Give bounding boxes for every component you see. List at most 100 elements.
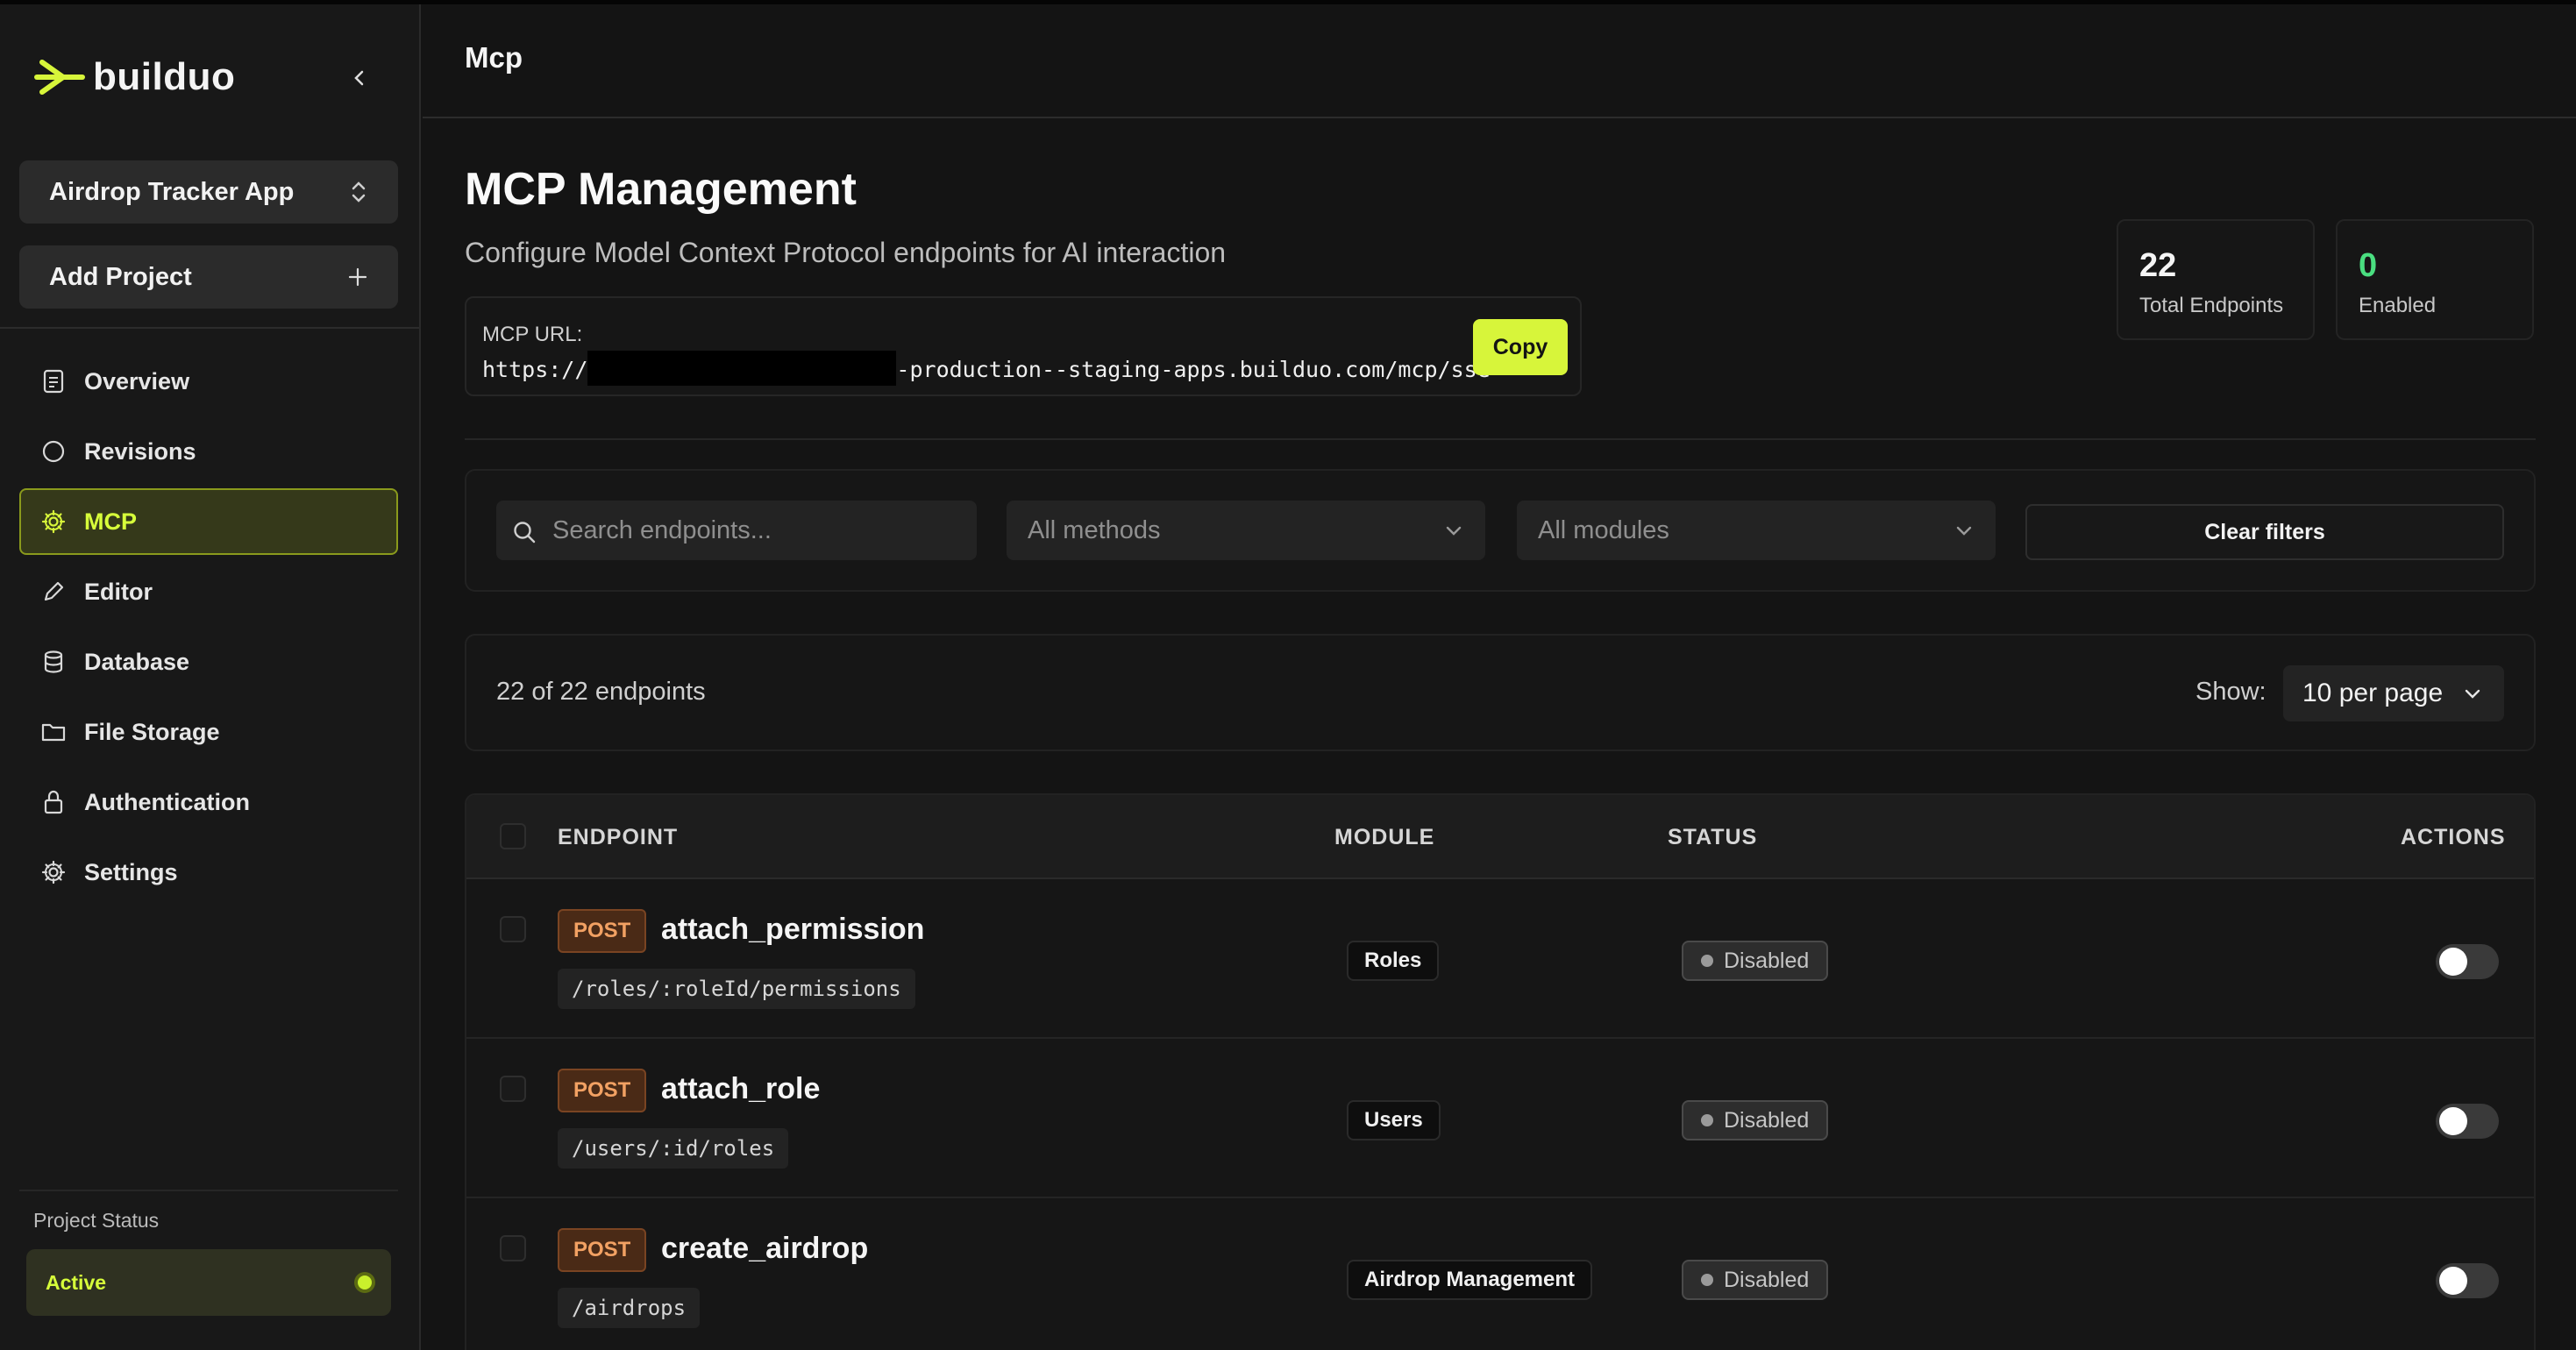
enable-toggle[interactable] [2436, 944, 2499, 979]
page-title: MCP Management [465, 164, 857, 215]
search-placeholder: Search endpoints... [552, 515, 772, 544]
collapse-sidebar-button[interactable] [342, 60, 377, 96]
builduo-logo-icon [34, 60, 85, 95]
enable-toggle[interactable] [2436, 1263, 2499, 1298]
status-dot-icon [1701, 1114, 1713, 1126]
sidebar-item-label: File Storage [84, 718, 220, 745]
enable-toggle[interactable] [2436, 1104, 2499, 1139]
clear-filters-button[interactable]: Clear filters [2025, 504, 2504, 560]
table-row: POST create_airdrop /airdrops Airdrop Ma… [466, 1198, 2534, 1350]
sidebar-item-settings[interactable]: Settings [19, 839, 398, 906]
sidebar-item-editor[interactable]: Editor [19, 558, 398, 625]
stat-value: 22 [2139, 247, 2177, 284]
sidebar-item-authentication[interactable]: Authentication [19, 769, 398, 835]
sidebar-item-label: Settings [84, 858, 178, 885]
page-subtitle: Configure Model Context Protocol endpoin… [465, 237, 1227, 268]
column-module[interactable]: MODULE [1334, 825, 1434, 850]
stat-enabled: 0 Enabled [2336, 219, 2534, 340]
redacted-block [587, 351, 897, 386]
mcp-url-suffix: -production--staging-apps.builduo.com/mc… [896, 357, 1491, 382]
sidebar-item-label: Database [84, 648, 190, 675]
copy-url-button[interactable]: Copy [1473, 319, 1568, 375]
methods-select[interactable]: All methods [1007, 501, 1485, 560]
table-header: ENDPOINT MODULE STATUS ACTIONS [466, 795, 2534, 879]
search-input[interactable]: Search endpoints... [496, 501, 977, 560]
mcp-url-prefix: https:// [482, 357, 588, 382]
status-badge: Disabled [1682, 1260, 1829, 1300]
endpoint-name[interactable]: attach_permission [661, 913, 924, 947]
gear-icon [39, 857, 68, 887]
module-badge: Airdrop Management [1347, 1260, 1593, 1300]
mcp-url-value[interactable]: https:// -production--staging-apps.buildu… [482, 351, 1491, 386]
row-checkbox[interactable] [500, 1076, 526, 1102]
results-count: 22 of 22 endpoints [496, 678, 706, 706]
chevron-down-icon [1446, 526, 1462, 536]
plus-icon [348, 267, 367, 287]
sidebar-nav: Overview Revisions MCP Editor Database F… [19, 348, 398, 909]
method-badge: POST [558, 909, 647, 953]
module-badge: Roles [1347, 941, 1440, 981]
per-page-value: 10 per page [2302, 679, 2444, 707]
filters-panel: Search endpoints... All methods All modu… [465, 469, 2536, 592]
sidebar-item-label: MCP [84, 508, 137, 535]
database-icon [39, 647, 68, 677]
endpoint-name[interactable]: attach_role [661, 1072, 820, 1106]
column-endpoint[interactable]: ENDPOINT [558, 825, 678, 850]
column-actions: ACTIONS [2401, 825, 2506, 849]
sidebar-item-mcp[interactable]: MCP [19, 488, 398, 555]
status-text: Disabled [1724, 1107, 1810, 1133]
status-dot-icon [358, 1275, 372, 1290]
module-badge: Users [1347, 1100, 1441, 1140]
toggle-knob [2439, 948, 2467, 976]
logo[interactable]: builduo [33, 50, 235, 104]
show-label: Show: [2195, 678, 2266, 706]
header-title: Mcp [465, 41, 523, 74]
circle-icon [39, 437, 68, 466]
stat-label: Total Endpoints [2139, 294, 2284, 317]
method-badge: POST [558, 1069, 647, 1112]
project-status-value: Active [46, 1270, 107, 1294]
mcp-url-label: MCP URL: [482, 323, 583, 346]
search-icon [514, 522, 536, 544]
endpoint-path: /airdrops [558, 1288, 701, 1328]
project-status-badge: Active [26, 1249, 391, 1316]
toggle-knob [2439, 1267, 2467, 1295]
sidebar-item-file-storage[interactable]: File Storage [19, 699, 398, 765]
sidebar-item-revisions[interactable]: Revisions [19, 418, 398, 485]
row-checkbox[interactable] [500, 1235, 526, 1261]
project-status-label: Project Status [33, 1209, 160, 1232]
add-project-button[interactable]: Add Project [19, 245, 398, 309]
column-status[interactable]: STATUS [1668, 825, 1757, 850]
methods-select-value: All methods [1028, 515, 1161, 544]
logo-text: builduo [93, 55, 236, 98]
sidebar-item-database[interactable]: Database [19, 629, 398, 695]
endpoints-table: ENDPOINT MODULE STATUS ACTIONS POST atta… [465, 793, 2536, 1350]
chevron-updown-icon [352, 181, 366, 202]
select-all-checkbox[interactable] [500, 823, 526, 849]
stat-label: Enabled [2359, 294, 2437, 317]
gear-icon [39, 507, 68, 536]
sidebar-divider [19, 1190, 398, 1191]
chevron-down-icon [1956, 526, 1972, 536]
status-text: Disabled [1724, 1267, 1810, 1292]
stat-total-endpoints: 22 Total Endpoints [2117, 219, 2315, 340]
add-project-label: Add Project [49, 262, 192, 291]
status-text: Disabled [1724, 948, 1810, 973]
per-page-select[interactable]: 10 per page [2283, 665, 2504, 721]
folder-icon [39, 717, 68, 747]
sidebar: builduo Airdrop Tracker App Add Project … [0, 4, 421, 1350]
endpoint-name[interactable]: create_airdrop [661, 1232, 868, 1266]
project-selector-label: Airdrop Tracker App [49, 177, 295, 206]
modules-select-value: All modules [1538, 515, 1669, 544]
row-checkbox[interactable] [500, 916, 526, 942]
modules-select[interactable]: All modules [1517, 501, 1996, 560]
endpoint-path: /roles/:roleId/permissions [558, 969, 915, 1009]
sidebar-divider [0, 327, 419, 329]
sidebar-item-label: Authentication [84, 788, 250, 815]
main-header: Mcp [423, 4, 2576, 118]
project-selector[interactable]: Airdrop Tracker App [19, 160, 398, 224]
sidebar-item-overview[interactable]: Overview [19, 348, 398, 415]
lock-icon [39, 787, 68, 817]
method-badge: POST [558, 1228, 647, 1272]
status-dot-icon [1701, 1274, 1713, 1286]
